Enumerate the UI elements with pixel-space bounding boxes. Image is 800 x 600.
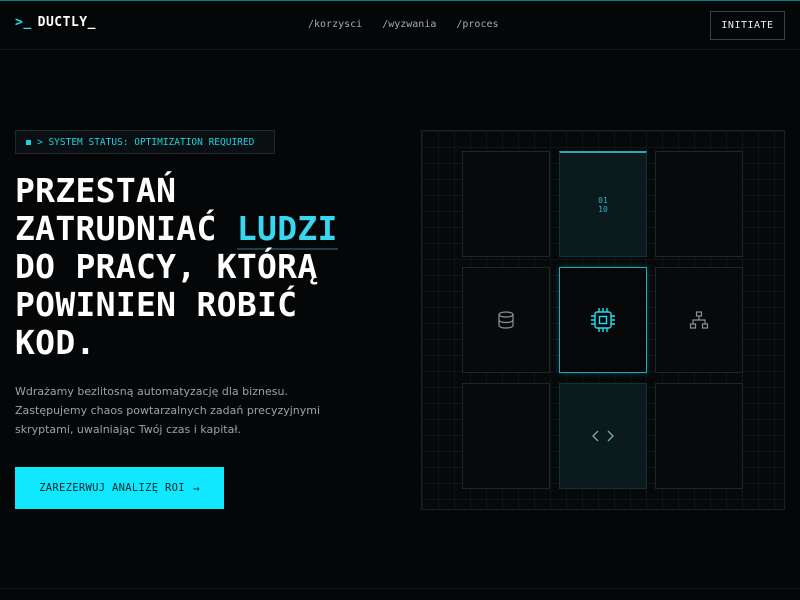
hero-headline: PRZESTAŃ ZATRUDNIAĆ LUDZI DO PRACY, KTÓR… — [15, 172, 405, 362]
grid-tile-empty — [462, 383, 550, 489]
grid-tile-empty — [655, 383, 743, 489]
terminal-prompt-icon: >_ — [15, 15, 32, 30]
hero-description-line: skryptami, uwalniając Twój czas i kapita… — [15, 423, 241, 436]
nav-link-korzysci[interactable]: /korzysci — [308, 19, 362, 30]
grid-tile-binary: 01 10 — [559, 151, 647, 257]
system-status-text: > SYSTEM STATUS: OPTIMIZATION REQUIRED — [37, 136, 255, 148]
book-roi-analysis-button[interactable]: ZAREZERWUJ ANALIZĘ ROI → — [15, 467, 224, 509]
code-icon — [592, 430, 614, 442]
nav-links: /korzysci /wyzwania /proces — [308, 19, 499, 30]
arrow-right-icon: → — [192, 481, 200, 495]
headline-line-5: KOD. — [15, 323, 96, 362]
binary-row: 10 — [598, 204, 608, 214]
grid-tile-empty — [462, 151, 550, 257]
headline-line-4: POWINIEN ROBIĆ — [15, 285, 298, 324]
headline-line-1: PRZESTAŃ — [15, 171, 177, 210]
top-nav: >_ DUCTLY_ /korzysci /wyzwania /proces I… — [0, 1, 800, 50]
hero-description-line: Zastępujemy chaos powtarzalnych zadań pr… — [15, 404, 321, 417]
brand-name: DUCTLY_ — [37, 15, 96, 30]
chip-icon — [591, 308, 615, 332]
headline-line-3: DO PRACY, KTÓRĄ — [15, 247, 318, 286]
network-icon — [689, 311, 709, 329]
headline-line-2-text: ZATRUDNIAĆ — [15, 209, 237, 248]
section-divider — [0, 588, 800, 589]
grid-tile-processor — [559, 267, 647, 373]
cta-label: ZAREZERWUJ ANALIZĘ ROI — [39, 482, 185, 494]
automation-grid-panel: 01 10 — [421, 130, 785, 510]
database-icon — [498, 311, 514, 329]
nav-link-wyzwania[interactable]: /wyzwania — [382, 19, 436, 30]
system-status-badge: > SYSTEM STATUS: OPTIMIZATION REQUIRED — [15, 130, 275, 154]
initiate-button[interactable]: INITIATE — [710, 11, 785, 40]
grid-tile-database — [462, 267, 550, 373]
brand-logo[interactable]: >_ DUCTLY_ — [15, 15, 96, 30]
binary-glyph: 01 10 — [598, 196, 608, 214]
nav-link-proces[interactable]: /proces — [456, 19, 498, 30]
grid-tile-code — [559, 383, 647, 489]
headline-line-2: ZATRUDNIAĆ LUDZI — [15, 209, 405, 250]
binary-row: 01 — [598, 195, 608, 205]
status-square-icon — [26, 139, 31, 145]
headline-accent-word: LUDZI — [236, 209, 338, 250]
grid-tile-empty — [655, 151, 743, 257]
grid-tile-network — [655, 267, 743, 373]
hero-description: Wdrażamy bezlitosną automatyzację dla bi… — [15, 382, 321, 439]
hero-description-line: Wdrażamy bezlitosną automatyzację dla bi… — [15, 385, 288, 398]
